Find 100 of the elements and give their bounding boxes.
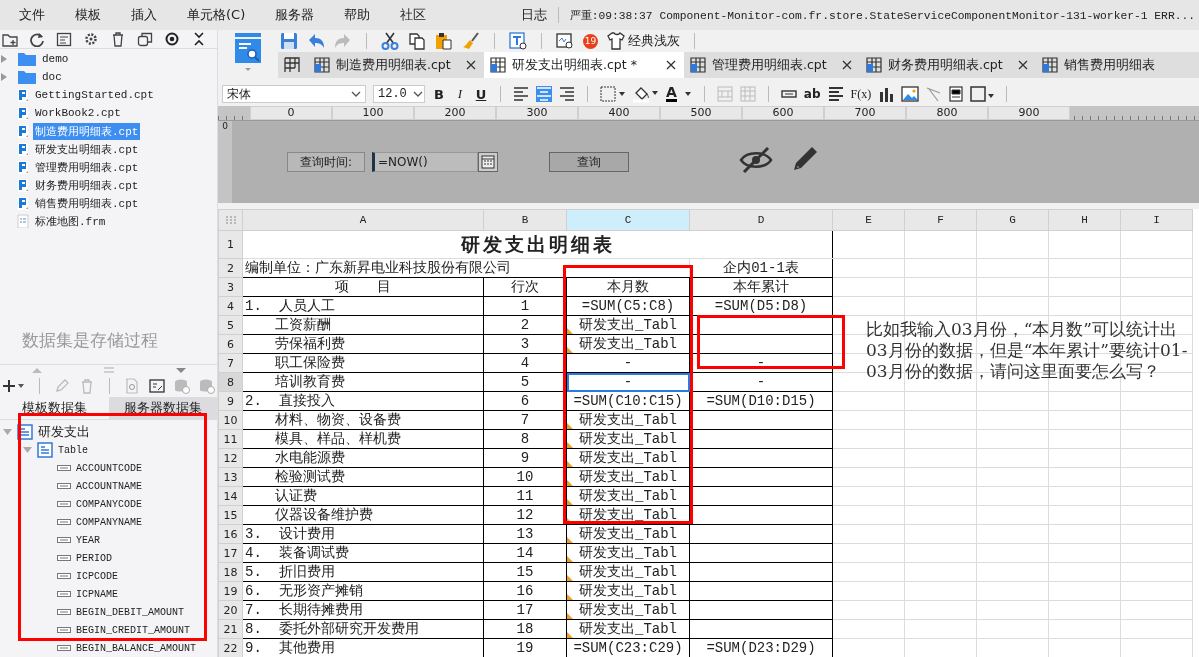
date-field[interactable]: =NOW() [372,152,478,172]
tree-item[interactable]: BEGIN_CREDIT_AMOUNT [76,624,191,636]
tree-item[interactable]: ACCOUNTNAME [76,480,142,492]
formula-button[interactable]: F(x) [850,86,872,102]
align-right-icon[interactable] [559,86,575,102]
bar-chart-icon[interactable] [878,86,895,102]
tree-item[interactable]: COMPANYNAME [76,516,142,528]
undo-icon[interactable] [307,32,325,50]
menu-item[interactable]: 模板 [75,6,101,24]
column-header[interactable]: G [976,209,1049,231]
report-designer-logo-icon[interactable] [235,33,261,73]
table-cell: 4. 装备调试费 [242,543,484,563]
row-number[interactable]: 1 [218,230,243,259]
column-header[interactable]: A [242,209,484,231]
delete-icon[interactable] [110,31,126,47]
log-tab[interactable]: 日志 [520,6,547,24]
table-cell: 研发支出_Tabl [566,410,690,430]
column-header[interactable]: F [904,209,977,231]
new-folder-icon[interactable] [2,31,18,47]
paste-icon[interactable] [435,32,453,50]
column-header[interactable]: B [483,209,567,231]
shirt-icon[interactable] [607,32,625,50]
theme-label[interactable]: 经典浅灰 [628,32,680,50]
fill-bucket-icon[interactable] [633,85,659,103]
bold-button[interactable]: B [432,86,446,102]
column-header[interactable]: H [1048,209,1121,231]
close-icon[interactable] [1018,60,1028,70]
split-cells-icon[interactable] [739,86,756,102]
tree-item[interactable]: 研发支出明细表.cpt [33,140,141,158]
text-field-icon[interactable] [780,89,797,99]
italic-button[interactable]: I [453,86,467,102]
menu-item[interactable]: 帮助 [344,6,371,24]
column-icon [57,482,71,490]
column-header[interactable]: I [1120,209,1193,231]
frame-dropdown-icon[interactable] [970,86,995,102]
drag-handle-icon[interactable] [103,367,114,373]
eye-slash-icon[interactable] [739,147,773,173]
tree-item[interactable]: PERIOD [76,552,112,564]
settings-icon[interactable] [83,31,99,47]
align-center-icon[interactable] [536,86,552,102]
image-icon[interactable] [901,86,920,102]
chevron-down-icon[interactable] [683,91,692,97]
tree-item[interactable]: BEGIN_DEBIT_AMOUNT [76,606,185,618]
copy-icon[interactable] [408,32,426,50]
tree-item[interactable]: demo [40,52,71,66]
tree-item[interactable]: BEGIN_BALANCE_AMOUNT [76,642,197,654]
tree-item[interactable]: 财务费用明细表.cpt [33,176,141,194]
collapse-icon[interactable] [191,31,207,47]
grid-add-icon[interactable] [284,57,302,73]
add-dropdown-icon[interactable] [3,379,25,393]
calendar-icon[interactable] [478,152,498,172]
locate-icon[interactable] [164,31,180,47]
font-select[interactable]: 宋体 [222,85,366,103]
tree-item[interactable]: ACCOUNTCODE [76,462,142,474]
tree-item[interactable]: Table [58,444,88,456]
scroll-down-icon[interactable] [174,366,187,374]
column-header[interactable]: D [689,209,833,231]
ruler-number: 800 [906,106,988,120]
tree-item[interactable]: ICPNAME [76,588,118,600]
text-search-icon[interactable] [509,32,527,50]
properties-icon[interactable] [56,31,72,47]
tree-item[interactable]: GettingStarted.cpt [33,88,156,102]
menu-item[interactable]: 文件 [19,6,45,24]
query-button[interactable]: 查询 [549,152,629,172]
brush-icon[interactable] [462,32,480,50]
tree-item[interactable]: YEAR [76,534,100,546]
close-icon[interactable] [466,60,476,70]
menu-item[interactable]: 服务器 [275,6,315,24]
sub-report-icon[interactable] [949,86,964,102]
menu-item[interactable]: 社区 [400,6,427,24]
merge-cells-icon[interactable] [716,86,733,102]
monitor-search-icon[interactable] [556,32,574,50]
menu-item[interactable]: 插入 [131,6,157,24]
tree-item[interactable]: doc [40,70,64,84]
tree-item[interactable]: 管理费用明细表.cpt [33,158,141,176]
underline-button[interactable]: U [474,86,488,102]
notification-badge[interactable]: 19 [583,33,598,49]
align-left-icon[interactable] [513,86,529,102]
border-dropdown-icon[interactable] [600,86,626,102]
close-icon[interactable] [842,60,852,70]
tree-item[interactable]: WorkBook2.cpt [33,106,123,120]
font-color-button[interactable]: A [666,86,677,102]
document-tab[interactable]: 研发支出明细表.cpt * [484,52,684,78]
paragraph-icon[interactable] [827,86,844,102]
column-header[interactable]: C [566,209,690,231]
close-icon[interactable] [666,60,676,70]
scissors-icon[interactable] [381,32,399,50]
tree-item[interactable]: COMPANYCODE [76,498,142,510]
tree-item[interactable]: ICPCODE [76,570,118,582]
column-header[interactable]: E [832,209,905,231]
text-button[interactable]: ab [803,87,821,101]
tree-item[interactable]: 研发支出 [38,423,90,441]
dataset-editor-icon[interactable] [149,378,165,394]
copy-icon[interactable] [137,31,153,47]
save-icon[interactable] [280,32,298,50]
menu-item[interactable]: 单元格(C) [187,6,246,24]
tree-item[interactable]: 标准地图.frm [33,212,108,230]
font-size-select[interactable]: 12.0 [373,85,425,103]
tree-item[interactable]: 销售费用明细表.cpt [33,194,141,212]
refresh-icon[interactable] [29,31,45,47]
